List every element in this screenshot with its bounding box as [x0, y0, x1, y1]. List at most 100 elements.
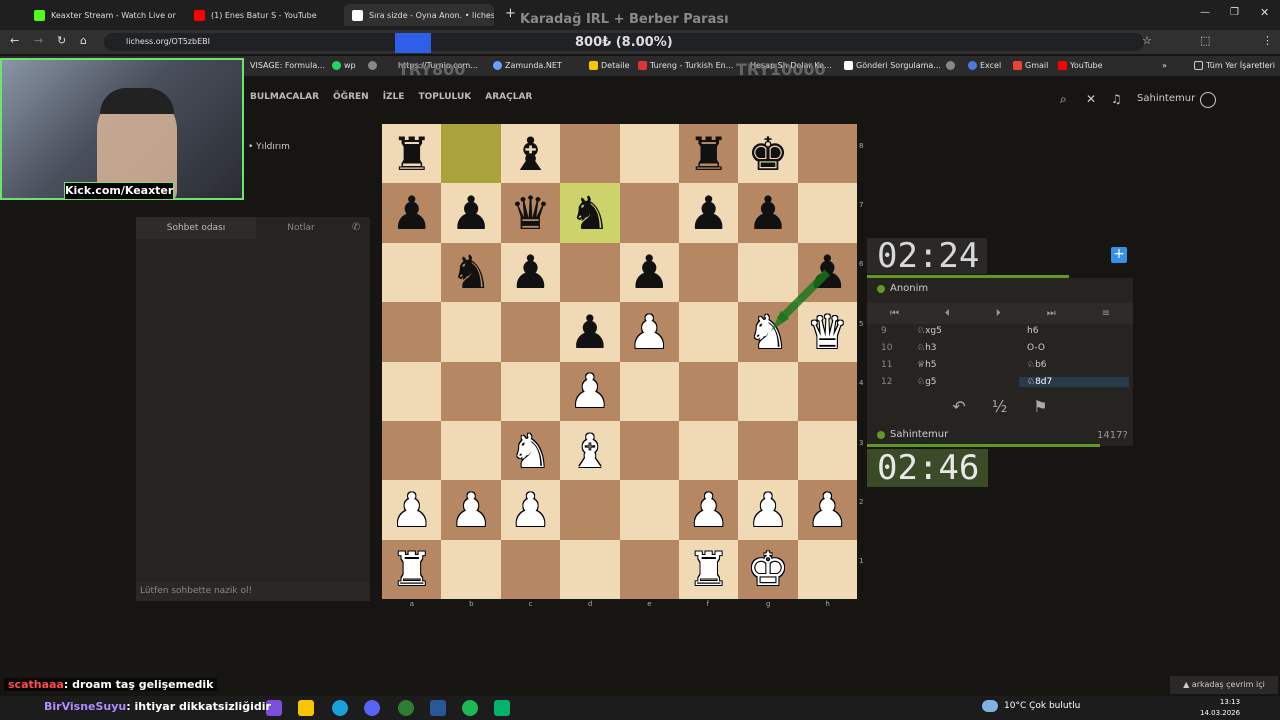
webcam-overlay [0, 58, 244, 200]
rank-label: 2 [859, 497, 864, 506]
phone-icon[interactable]: ✆ [352, 222, 360, 233]
youtube-icon [1058, 61, 1067, 70]
nav-watch[interactable]: İZLE [383, 92, 405, 108]
game-actions: ↶ ½ ⚑ [867, 397, 1133, 419]
star-icon[interactable]: ☆ [1142, 34, 1152, 47]
new-tab-button[interactable]: + [505, 6, 516, 21]
bookmark-youtube[interactable]: YouTube [1058, 61, 1103, 70]
move-list: 9 ♘xg5 h6 10 ♘h3 O-O 11 ♕h5 ♘b6 12 ♘g5 ♘8d7 [867, 326, 1133, 396]
file-label: h [825, 600, 830, 608]
prev-move-icon[interactable]: ⏴ [945, 308, 950, 319]
add-time-button[interactable]: + [1111, 247, 1127, 263]
file-label: d [587, 600, 593, 608]
close-icon[interactable]: ✕ [1086, 92, 1096, 106]
lichess-nav: BULMACALAR ÖĞREN İZLE TOPLULUK ARAÇLAR [250, 92, 532, 108]
chat-message: : droam taş gelişemedik [63, 678, 214, 691]
draw-icon[interactable]: ½ [992, 397, 1008, 419]
online-dot-icon [877, 284, 885, 293]
bookmark-zamunda[interactable]: Zamunda.NET [493, 61, 562, 70]
minimize-icon[interactable]: — [1200, 7, 1210, 18]
bookmarks-more-button[interactable]: » [1162, 61, 1167, 70]
bookmark-detaile[interactable]: Detaile [589, 61, 630, 70]
nav-tools[interactable]: ARAÇLAR [485, 92, 532, 108]
bookmark-tureng[interactable]: Tureng - Turkish En... [638, 61, 733, 70]
close-window-icon[interactable]: ✕ [1260, 6, 1269, 19]
folder-icon [589, 61, 598, 70]
system-clock[interactable]: 13:13 14.03.2026 [1200, 697, 1240, 719]
user-menu[interactable]: Sahintemur [1137, 93, 1195, 104]
clock-time: 13:13 [1219, 698, 1241, 706]
discord-icon[interactable] [364, 700, 380, 716]
next-move-icon[interactable]: ⏵ [996, 308, 1001, 319]
lichess-icon [352, 9, 363, 21]
takeback-icon[interactable]: ↶ [952, 397, 965, 419]
globe-icon [368, 61, 377, 70]
friends-online[interactable]: ▲ arkadaş çevrim içi [1170, 676, 1278, 694]
kick-link-overlay: Kick.com/Keaxter [64, 182, 174, 200]
bookmark-visage[interactable]: VISAGE: Formula... [250, 61, 325, 70]
bookmark-gmail[interactable]: Gmail [1013, 61, 1048, 70]
menu-icon[interactable]: ⋮ [1262, 34, 1273, 47]
bookmark-globe[interactable] [368, 61, 377, 70]
nav-community[interactable]: TOPLULUK [418, 92, 471, 108]
nav-learn[interactable]: ÖĞREN [333, 92, 369, 108]
player-rating: 1417? [1097, 430, 1128, 441]
first-move-icon[interactable]: ⏮ [890, 308, 899, 319]
bookmark-excel[interactable]: Excel [968, 61, 1001, 70]
tab-lichess[interactable]: Sıra sizde - Oyna Anon. • liches [344, 4, 494, 26]
app-icon[interactable] [494, 700, 510, 716]
move-row: 11 ♕h5 ♘b6 [881, 360, 1047, 370]
player-info: Sahintemur [877, 429, 948, 440]
chat-panel [136, 217, 370, 601]
file-label: c [528, 600, 533, 608]
stream-chat-line: BirVisneSuyu: ihtiyar dikkatsizliğidir [44, 700, 271, 713]
spotify-icon[interactable] [462, 700, 478, 716]
back-icon[interactable]: ← [10, 34, 19, 47]
rank-label: 6 [859, 260, 864, 269]
maximize-icon[interactable]: ❐ [1230, 7, 1239, 18]
move-navigation: ⏮ ⏴ ⏵ ⏭ ≡ [867, 303, 1133, 324]
chrome-icon[interactable] [398, 700, 414, 716]
bell-icon[interactable]: ♫ [1111, 92, 1122, 106]
cloud-icon [982, 700, 998, 712]
tab-youtube[interactable]: (1) Enes Batur S - YouTube [186, 4, 336, 26]
avatar-icon[interactable] [1200, 92, 1216, 108]
tab-label: Sıra sizde - Oyna Anon. • liches [369, 10, 494, 20]
whatsapp-icon [332, 61, 341, 70]
bookmark-globe-2[interactable] [946, 61, 955, 70]
donation-percent: 800₺ (8.00%) [575, 35, 673, 50]
forward-icon[interactable]: → [34, 34, 43, 47]
globe-icon [946, 61, 955, 70]
gonderi-icon [844, 61, 853, 70]
chess-board[interactable]: ♜♝♜♚♟♟♛♞♟♟♞♟♟♟♟♟♞♛♟♞♝♟♟♟♟♟♟♜♜♚ [382, 124, 857, 599]
chat-user: BirVisneSuyu [44, 700, 127, 713]
resign-icon[interactable]: ⚑ [1033, 397, 1047, 419]
edge-icon[interactable] [332, 700, 348, 716]
chat-input[interactable]: Lütfen sohbette nazik ol! [136, 582, 370, 601]
tab-notes[interactable]: Notlar [256, 217, 346, 239]
hamburger-icon[interactable]: ≡ [1102, 308, 1110, 319]
file-label: e [647, 600, 652, 608]
home-icon[interactable]: ⌂ [80, 34, 87, 47]
stream-title: Karadağ IRL + Berber Parası [520, 12, 729, 27]
bookmark-wp[interactable]: wp [332, 61, 356, 70]
reload-icon[interactable]: ↻ [57, 34, 66, 47]
all-bookmarks-button[interactable]: Tüm Yer İşaretleri [1194, 61, 1275, 70]
app-icon[interactable] [430, 700, 446, 716]
folder-icon[interactable] [298, 700, 314, 716]
rank-label: 1 [859, 557, 864, 566]
last-move-icon[interactable]: ⏭ [1047, 308, 1056, 319]
streamer-hair [100, 88, 174, 114]
file-label: a [409, 600, 414, 608]
opponent-info: Anonim [877, 283, 928, 294]
weather-widget[interactable]: 10°C Çok bulutlu [1004, 701, 1080, 711]
rank-label: 4 [859, 379, 864, 388]
chat-message: : ihtiyar dikkatsizliğidir [126, 700, 271, 713]
bookmark-gonderi[interactable]: Gönderi Sorgulama... [844, 61, 941, 70]
extensions-icon[interactable]: ⬚ [1200, 34, 1210, 47]
excel-icon [968, 61, 977, 70]
search-icon[interactable]: ⌕ [1060, 92, 1067, 107]
tab-chat-room[interactable]: Sohbet odası [136, 217, 256, 239]
tab-keaxter[interactable]: Keaxter Stream - Watch Live on [26, 4, 176, 26]
nav-puzzles[interactable]: BULMACALAR [250, 92, 319, 108]
